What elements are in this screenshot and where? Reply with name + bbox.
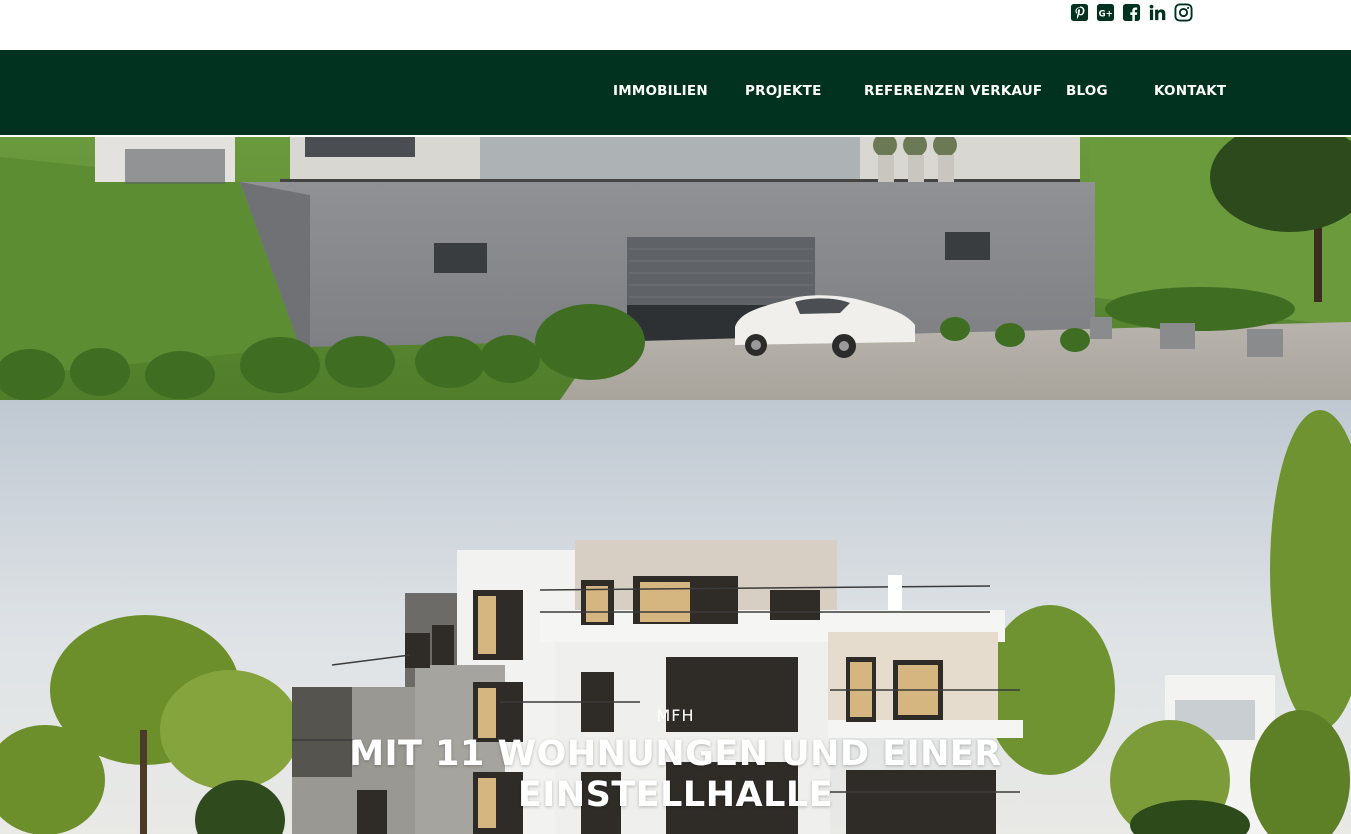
linkedin-icon[interactable] — [1147, 2, 1167, 22]
nav-item-projekte[interactable]: PROJEKTE — [745, 83, 822, 99]
nav-item-blog[interactable]: BLOG — [1066, 83, 1108, 99]
main-navigation: IMMOBILIEN PROJEKTE REFERENZEN VERKAUF B… — [0, 50, 1351, 135]
social-links: G+ — [1069, 2, 1193, 22]
instagram-icon[interactable] — [1173, 2, 1193, 22]
nav-item-referenzen-verkauf[interactable]: REFERENZEN VERKAUF — [864, 83, 1042, 99]
google-plus-icon[interactable]: G+ — [1095, 2, 1115, 22]
nav-item-immobilien[interactable]: IMMOBILIEN — [613, 83, 708, 99]
facebook-icon[interactable] — [1121, 2, 1141, 22]
pinterest-icon[interactable] — [1069, 2, 1089, 22]
hero-image-garage-house — [0, 137, 1351, 400]
nav-item-kontakt[interactable]: KONTAKT — [1154, 83, 1226, 99]
top-bar: G+ — [0, 0, 1351, 50]
svg-text:G+: G+ — [1098, 9, 1112, 19]
hero-image-mfh — [0, 400, 1351, 834]
